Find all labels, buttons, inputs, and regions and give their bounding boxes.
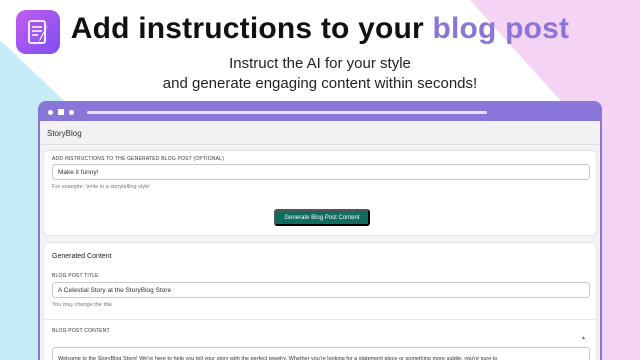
hero-subtitle: Instruct the AI for your style and gener…: [0, 54, 640, 94]
blog-title-label: BLOG POST TITLE: [52, 273, 99, 279]
blog-content-label: BLOG POST CONTENT: [52, 328, 110, 334]
instructions-card: ADD INSTRUCTIONS TO THE GENERATED BLOG P…: [44, 151, 596, 235]
instructions-input[interactable]: Make it funny!: [52, 164, 590, 180]
hero-subtitle-line1: Instruct the AI for your style: [229, 55, 411, 72]
app-header: StoryBlog: [40, 121, 600, 145]
scroll-up-arrow-icon[interactable]: ▲: [581, 335, 586, 341]
instructions-hint: For example: 'write in a storytelling st…: [52, 184, 151, 190]
window-square-icon: [58, 109, 64, 115]
hero-title-accent: blog post: [432, 12, 570, 45]
window-dot-icon: [48, 109, 53, 115]
hero-title-main: Add instructions to your: [70, 12, 433, 45]
app-name: StoryBlog: [47, 129, 82, 138]
blog-content-textarea[interactable]: Welcome to the StoryBlog Store! We're he…: [52, 347, 590, 360]
generated-content-card: Generated Content BLOG POST TITLE A Cele…: [44, 243, 596, 360]
browser-window: StoryBlog ADD INSTRUCTIONS TO THE GENERA…: [38, 101, 602, 360]
generated-content-title: Generated Content: [52, 253, 112, 260]
browser-toolbar: [40, 103, 600, 121]
blog-title-hint: You may change the title: [52, 302, 113, 308]
window-dot-icon: [69, 109, 74, 115]
blog-title-input[interactable]: A Celestial Story at the StoryBlog Store: [52, 282, 590, 298]
generate-button[interactable]: Generate Blog Post Content: [274, 209, 370, 226]
instructions-label: ADD INSTRUCTIONS TO THE GENERATED BLOG P…: [52, 156, 225, 162]
section-divider: [44, 319, 596, 320]
hero-title: Add instructions to your blog post: [0, 12, 640, 46]
hero-subtitle-line2: and generate engaging content within sec…: [162, 75, 478, 92]
address-bar: [87, 110, 487, 114]
